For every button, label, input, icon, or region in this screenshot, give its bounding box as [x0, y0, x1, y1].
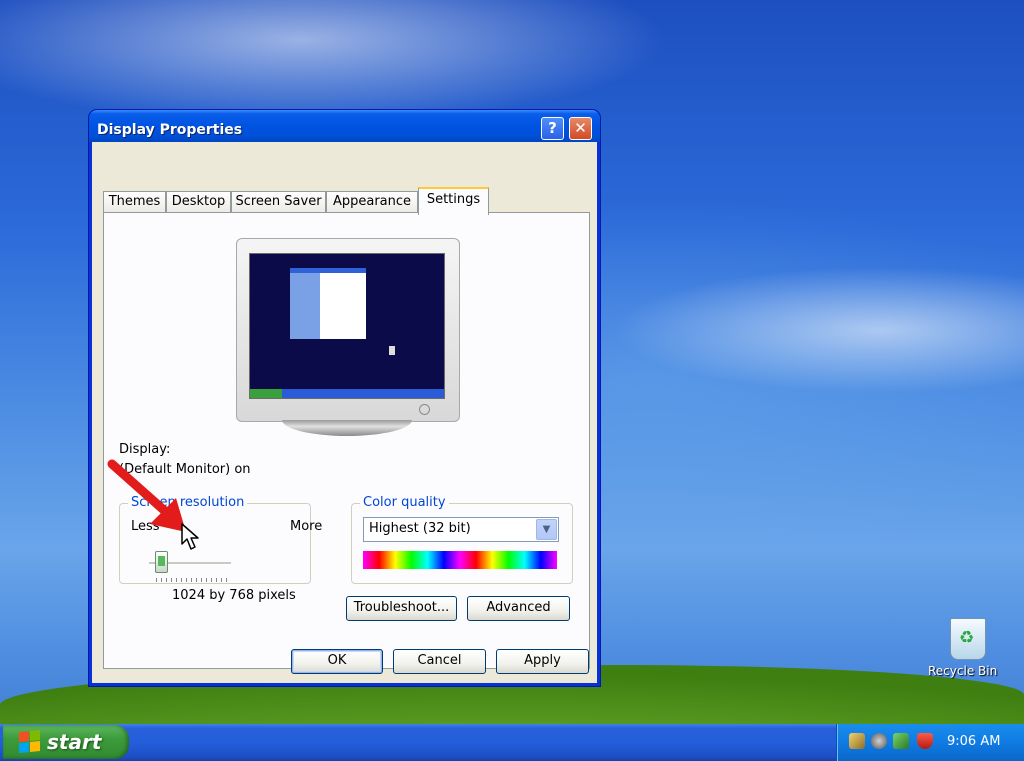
- start-label: start: [47, 730, 102, 754]
- preview-taskbar: [250, 389, 444, 398]
- troubleshoot-button[interactable]: Troubleshoot...: [346, 596, 457, 621]
- ok-button[interactable]: OK: [291, 649, 383, 674]
- preview-desktop-icon: [389, 346, 395, 355]
- monitor-screen: [249, 253, 445, 399]
- tab-desktop[interactable]: Desktop: [166, 191, 231, 212]
- start-button[interactable]: start: [3, 725, 129, 759]
- color-quality-value: Highest (32 bit): [369, 521, 471, 536]
- monitor-preview: [236, 238, 460, 422]
- mouse-cursor-icon: [181, 523, 199, 550]
- display-properties-window: Display Properties ? ✕ Themes Desktop Sc…: [89, 110, 600, 686]
- tab-themes[interactable]: Themes: [103, 191, 166, 212]
- tab-appearance[interactable]: Appearance: [326, 191, 418, 212]
- tab-settings[interactable]: Settings: [418, 187, 489, 215]
- color-spectrum-bar: [363, 551, 557, 569]
- resolution-value: 1024 by 768 pixels: [172, 588, 296, 603]
- display-label: Display:: [119, 442, 171, 457]
- recycle-bin[interactable]: ♻ Recycle Bin: [928, 618, 1008, 678]
- recycle-bin-label: Recycle Bin: [928, 664, 998, 678]
- preview-window-thumbnail: [290, 268, 366, 339]
- recycle-bin-icon: ♻: [950, 618, 986, 660]
- slider-ticks: [156, 578, 230, 582]
- title-bar[interactable]: Display Properties ? ✕: [89, 110, 600, 142]
- window-client-area: Themes Desktop Screen Saver Appearance S…: [92, 142, 597, 683]
- apply-button[interactable]: Apply: [496, 649, 589, 674]
- taskbar-clock[interactable]: 9:06 AM: [947, 734, 1000, 749]
- security-shield-icon[interactable]: [917, 733, 933, 749]
- chevron-down-icon[interactable]: ▼: [536, 519, 557, 540]
- cancel-button[interactable]: Cancel: [393, 649, 486, 674]
- windows-logo-icon: [19, 729, 41, 754]
- color-quality-group: Color quality: [351, 495, 573, 584]
- close-button[interactable]: ✕: [569, 117, 592, 140]
- monitor-power-icon: [419, 404, 430, 415]
- help-button[interactable]: ?: [541, 117, 564, 140]
- window-title: Display Properties: [97, 122, 243, 138]
- volume-tray-icon[interactable]: [871, 733, 887, 749]
- update-tray-icon[interactable]: [893, 733, 909, 749]
- resolution-slider-thumb[interactable]: [155, 551, 168, 573]
- slider-more-label: More: [290, 519, 323, 534]
- color-quality-select[interactable]: Highest (32 bit) ▼: [363, 517, 559, 542]
- taskbar: start 9:06 AM: [0, 724, 1024, 761]
- color-quality-title: Color quality: [360, 495, 449, 510]
- network-tray-icon[interactable]: [849, 733, 865, 749]
- tab-screen-saver[interactable]: Screen Saver: [231, 191, 326, 212]
- advanced-button[interactable]: Advanced: [467, 596, 570, 621]
- system-tray: 9:06 AM: [836, 724, 1024, 761]
